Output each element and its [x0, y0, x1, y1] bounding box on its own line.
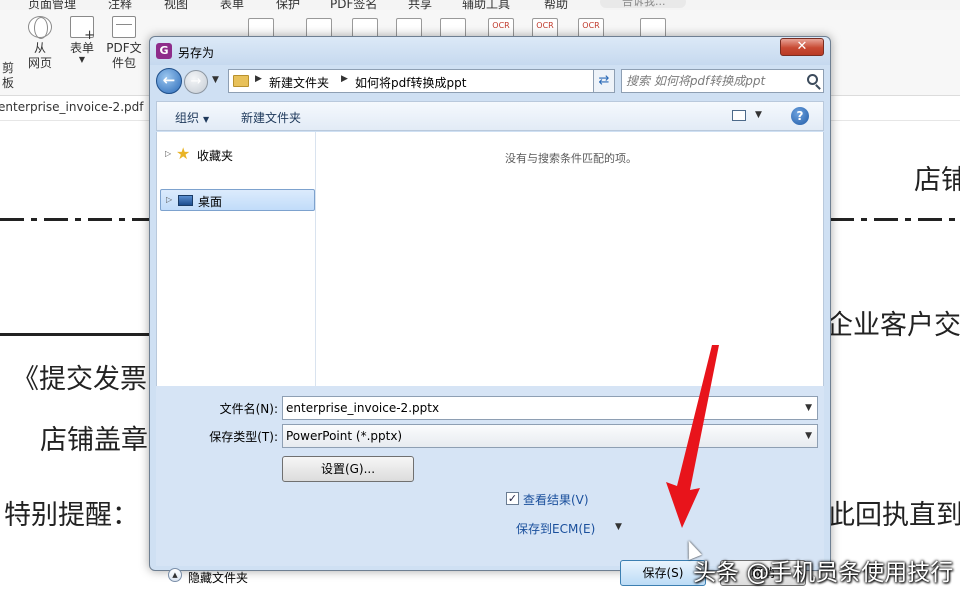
save-as-dialog: G 另存为 ✕ ← → ▼ ▶ 新建文件夹 ▶ 如何将pdf转换成ppt ▼ ⇄…: [149, 36, 831, 586]
tree-item-desktop[interactable]: ▷ 桌面: [160, 189, 315, 211]
chevron-right-icon[interactable]: ▶: [341, 74, 348, 84]
ribbon-pdf-package[interactable]: PDF文 件包: [104, 16, 144, 71]
back-button[interactable]: ←: [156, 68, 182, 94]
app-logo-icon: G: [156, 43, 172, 59]
package-icon: [112, 16, 136, 38]
address-row: ← → ▼ ▶ 新建文件夹 ▶ 如何将pdf转换成ppt ▼ ⇄: [150, 65, 830, 99]
filename-input[interactable]: [286, 399, 786, 417]
globe-icon: [28, 16, 52, 39]
dialog-titlebar[interactable]: G 另存为 ✕: [150, 37, 830, 65]
form-label: 表单: [69, 41, 94, 55]
menu-page-manage[interactable]: 页面管理: [28, 0, 76, 10]
form-icon: [70, 16, 95, 43]
new-folder-button[interactable]: 新建文件夹: [241, 109, 301, 126]
dialog-toolbar: 组织 ▼ 新建文件夹 ▼ ?: [156, 101, 824, 131]
search-icon[interactable]: [807, 74, 818, 85]
chevron-down-icon[interactable]: ▼: [805, 431, 812, 441]
filetype-value: PowerPoint (*.pptx): [286, 429, 403, 443]
star-icon: ★: [176, 144, 191, 163]
expand-arrow-icon[interactable]: ▷: [165, 149, 171, 158]
from-web-label: 从 网页: [27, 41, 52, 70]
favorites-label: 收藏夹: [197, 149, 234, 163]
doc-text: 《提交发票: [12, 364, 147, 395]
view-result-label[interactable]: 查看结果(V): [523, 491, 589, 508]
menu-form[interactable]: 表单: [220, 0, 244, 10]
filename-field[interactable]: ▼: [282, 396, 818, 420]
search-input[interactable]: [626, 72, 796, 90]
doc-text: 特别提醒：: [4, 500, 139, 531]
forward-button[interactable]: →: [184, 70, 208, 94]
menu-bar: 页面管理 注释 视图 表单 保护 PDF签名 共享 辅助工具 帮助 告诉我...: [0, 0, 960, 10]
menu-pdf-sign[interactable]: PDF签名: [330, 0, 377, 10]
refresh-icon[interactable]: ⇄: [593, 69, 615, 93]
chevron-down-icon: ▼: [78, 55, 86, 64]
expand-arrow-icon[interactable]: ▷: [166, 195, 172, 204]
doc-text: 企业客户交: [826, 310, 960, 341]
close-button[interactable]: ✕: [780, 38, 824, 56]
tell-me-search[interactable]: 告诉我...: [600, 0, 686, 8]
chevron-up-icon[interactable]: ▲: [168, 568, 182, 582]
help-icon[interactable]: ?: [791, 107, 809, 125]
menu-annotate[interactable]: 注释: [108, 0, 132, 10]
menu-protect[interactable]: 保护: [276, 0, 300, 10]
menu-accessibility[interactable]: 辅助工具: [462, 0, 510, 10]
filetype-label: 保存类型(T):: [209, 430, 278, 444]
breadcrumb-new-folder[interactable]: 新建文件夹: [269, 74, 329, 91]
pdf-package-label: PDF文 件包: [106, 41, 142, 70]
chevron-down-icon: ▼: [203, 115, 210, 124]
breadcrumb-current-folder[interactable]: 如何将pdf转换成ppt: [355, 74, 466, 91]
hide-folders-toggle[interactable]: 隐藏文件夹: [188, 569, 248, 586]
solid-divider: [0, 333, 152, 336]
save-options: 文件名(N): ▼ 保存类型(T): PowerPoint (*.pptx) ▼…: [156, 386, 824, 586]
recent-dropdown-icon[interactable]: ▼: [212, 75, 219, 85]
organize-label: 组织: [175, 111, 200, 125]
doc-text: 店铺盖章: [40, 425, 148, 456]
doc-text: 此回执直到: [828, 500, 960, 531]
navigation-pane: ▷ ★ 收藏夹 ▷ 桌面: [157, 132, 316, 386]
ribbon-form[interactable]: 表单 ▼: [62, 16, 102, 64]
search-box[interactable]: [621, 69, 824, 93]
dash-divider: [0, 218, 152, 221]
ribbon-from-web[interactable]: 从 网页: [20, 16, 60, 71]
chevron-down-icon[interactable]: ▼: [755, 110, 762, 120]
chevron-down-icon[interactable]: ▼: [615, 522, 622, 532]
organize-button[interactable]: 组织 ▼: [175, 109, 209, 126]
doc-text: 店铺: [914, 165, 960, 196]
empty-results-message: 没有与搜索条件匹配的项。: [505, 152, 637, 165]
document-tab[interactable]: enterprise_invoice-2.pdf: [0, 100, 143, 114]
menu-view[interactable]: 视图: [164, 0, 188, 10]
file-browser: ▷ ★ 收藏夹 ▷ 桌面 没有与搜索条件匹配的项。: [156, 132, 824, 386]
chevron-right-icon[interactable]: ▶: [255, 74, 262, 84]
desktop-icon: [178, 195, 193, 206]
view-result-checkbox[interactable]: ✓: [506, 492, 519, 505]
settings-button[interactable]: 设置(G)...: [282, 456, 414, 482]
watermark: 头条 @手机员条使用技行: [693, 560, 954, 586]
filename-label: 文件名(N):: [219, 402, 278, 416]
dialog-title: 另存为: [178, 46, 215, 60]
address-bar[interactable]: ▶ 新建文件夹 ▶ 如何将pdf转换成ppt ▼: [228, 69, 612, 93]
folder-icon: [233, 75, 249, 87]
chevron-down-icon[interactable]: ▼: [805, 403, 812, 413]
save-to-ecm-link[interactable]: 保存到ECM(E): [516, 520, 595, 537]
tree-item-favorites[interactable]: ▷ ★ 收藏夹: [160, 144, 315, 166]
desktop-label: 桌面: [198, 195, 223, 209]
clipboard-label: 剪 板: [1, 61, 14, 90]
filetype-select[interactable]: PowerPoint (*.pptx) ▼: [282, 424, 818, 448]
menu-share[interactable]: 共享: [408, 0, 432, 10]
menu-help[interactable]: 帮助: [544, 0, 568, 10]
view-mode-icon[interactable]: [732, 110, 746, 121]
dash-divider: [830, 218, 960, 221]
